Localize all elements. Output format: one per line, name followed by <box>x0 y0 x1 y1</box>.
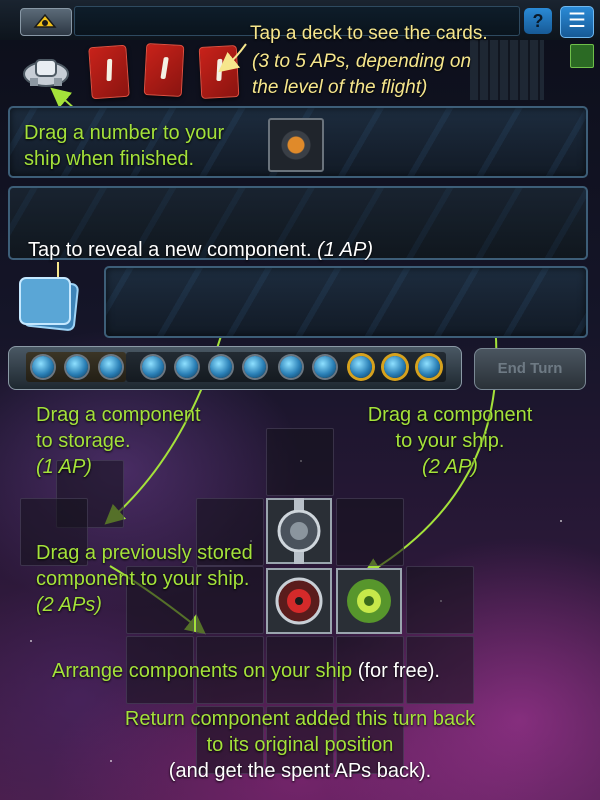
tip-stored-ap-text: (2 APs) <box>36 594 102 616</box>
ship-core-icon[interactable] <box>268 118 324 172</box>
tip-stored-line1: Drag a previously stored <box>36 542 253 564</box>
tip-storage-line2: to storage. <box>36 430 131 452</box>
ap-orb <box>66 356 88 378</box>
tip-stored-ap: (2 APs) <box>36 592 102 618</box>
tip-reveal-text: Tap to reveal a new component. <box>28 239 312 261</box>
grid-tile[interactable] <box>406 566 474 634</box>
ap-orb <box>210 356 232 378</box>
tip-arrange: Arrange components on your ship (for fre… <box>52 658 440 684</box>
ap-orb <box>244 356 266 378</box>
ap-orb <box>176 356 198 378</box>
ap-orb <box>100 356 122 378</box>
ap-orb <box>280 356 302 378</box>
component-deck-icon[interactable] <box>14 272 86 334</box>
tip-ship-line2: to your ship. <box>395 430 505 452</box>
ap-orb-highlighted <box>418 356 440 378</box>
tip-reveal: Tap to reveal a new component. (1 AP) <box>28 238 373 262</box>
ap-orb <box>32 356 54 378</box>
tip-drag-number-line2: ship when finished. <box>24 148 195 170</box>
ap-orb-highlighted <box>384 356 406 378</box>
shield-component-icon[interactable] <box>336 568 402 634</box>
tip-storage-ap-text: (1 AP) <box>36 456 92 478</box>
ap-orb <box>142 356 164 378</box>
tip-ship-ap: (2 AP) <box>330 454 570 480</box>
components-panel <box>104 266 588 338</box>
tip-arrange-free: (for free). <box>357 660 440 682</box>
tip-reveal-ap: (1 AP) <box>317 239 374 261</box>
tip-return-line2: to its original position <box>206 734 394 756</box>
cannon-component-icon[interactable] <box>266 568 332 634</box>
grid-tile[interactable] <box>336 498 404 566</box>
end-turn-button[interactable]: End Turn <box>474 348 586 390</box>
ap-orb-highlighted <box>350 356 372 378</box>
cabin-component-icon[interactable] <box>266 498 332 564</box>
tip-storage-ap: (1 AP) <box>36 454 92 480</box>
tip-drag-number-line1: Drag a number to your <box>24 122 225 144</box>
tip-stored-line2: component to your ship. <box>36 568 250 590</box>
tip-return-line1: Return component added this turn back <box>124 708 476 730</box>
tip-arrange-text: Arrange components on your ship <box>52 660 353 682</box>
ap-orb <box>314 356 336 378</box>
tip-ship-ap-text: (2 AP) <box>422 456 478 478</box>
grid-tile[interactable] <box>266 428 334 496</box>
tip-ship-line1: Drag a component <box>367 404 533 426</box>
tip-return-line3: (and get the spent APs back). <box>168 760 432 782</box>
tip-storage-line1: Drag a component <box>36 404 201 426</box>
